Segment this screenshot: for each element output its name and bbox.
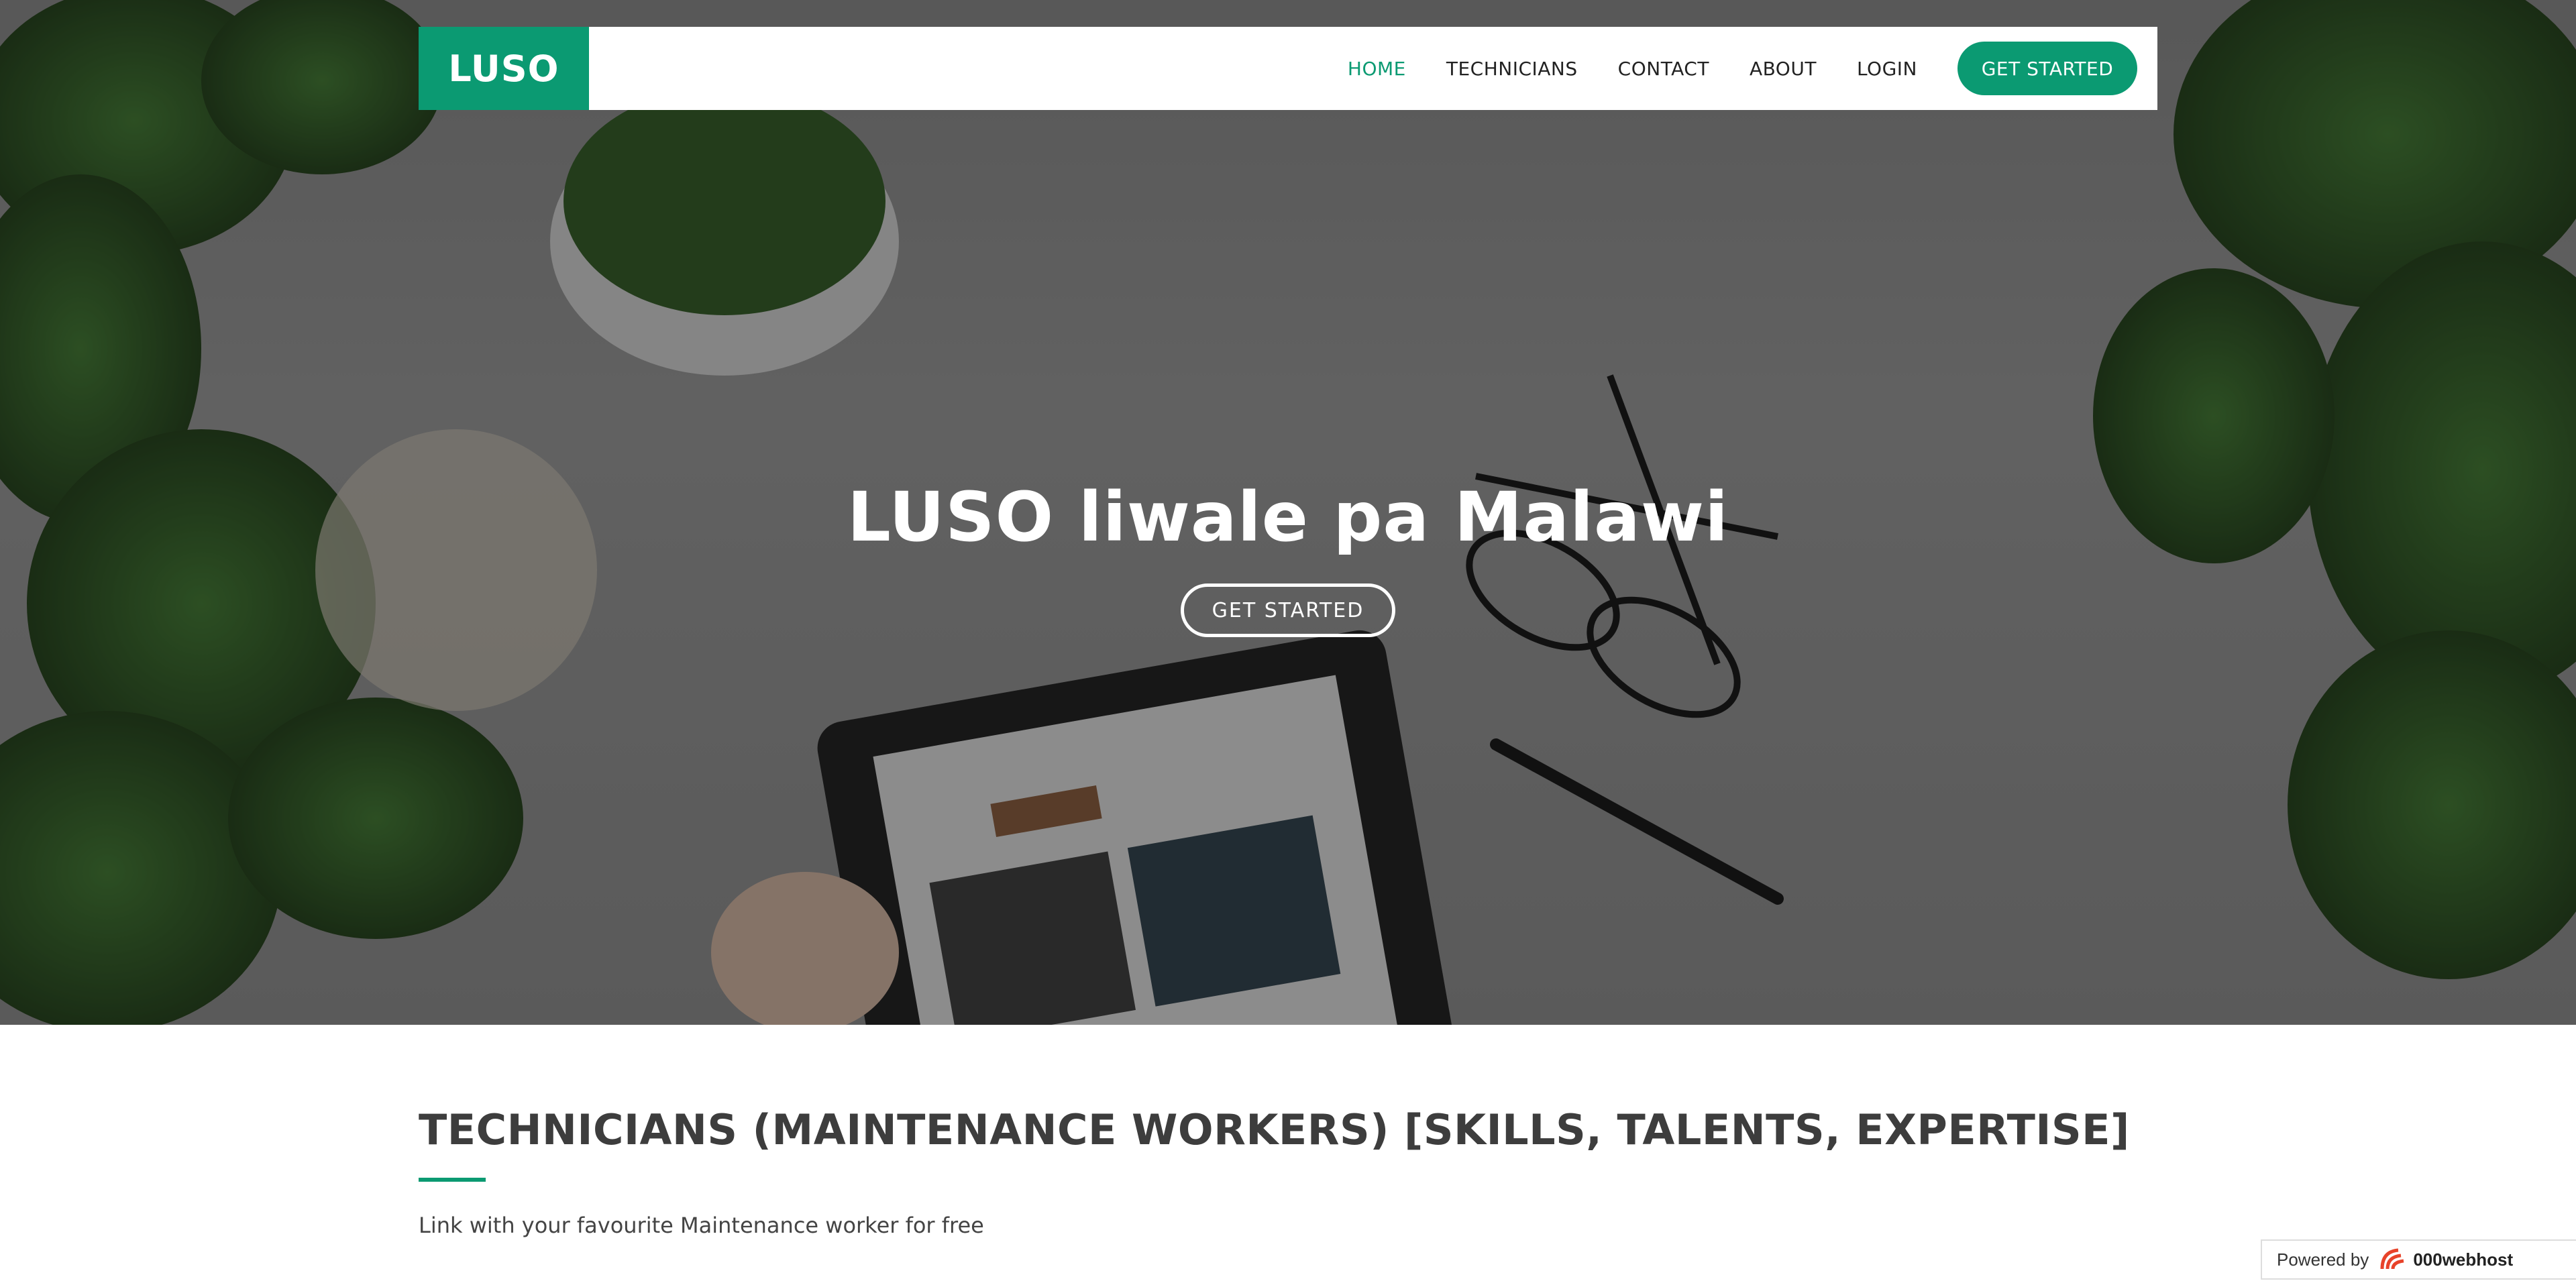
- site-header: LUSO HOME TECHNICIANS CONTACT ABOUT LOGI…: [419, 27, 2157, 110]
- section-title-underline: [419, 1178, 486, 1182]
- powered-by-badge[interactable]: Powered by 000webhost: [2261, 1239, 2576, 1280]
- powered-by-brand: 000webhost: [2413, 1249, 2514, 1270]
- nav-item-technicians[interactable]: TECHNICIANS: [1446, 58, 1578, 80]
- technicians-section-subtitle: Link with your favourite Maintenance wor…: [419, 1213, 984, 1238]
- nav-item-home[interactable]: HOME: [1348, 58, 1406, 80]
- main-nav: HOME TECHNICIANS CONTACT ABOUT LOGIN GET…: [1307, 27, 2157, 110]
- technicians-section-title: TECHNICIANS (MAINTENANCE WORKERS) [SKILL…: [419, 1105, 2130, 1154]
- hero-get-started-button[interactable]: GET STARTED: [1181, 583, 1395, 637]
- powered-by-label: Powered by: [2277, 1249, 2369, 1270]
- nav-get-started-button[interactable]: GET STARTED: [1957, 42, 2137, 95]
- nav-item-contact[interactable]: CONTACT: [1618, 58, 1709, 80]
- nav-item-login[interactable]: LOGIN: [1857, 58, 1917, 80]
- 000webhost-logo-icon: [2380, 1248, 2404, 1270]
- hero-section: LUSO liwale pa Malawi GET STARTED: [0, 0, 2576, 1025]
- hero-title: LUSO liwale pa Malawi: [847, 478, 1729, 557]
- nav-item-about[interactable]: ABOUT: [1750, 58, 1817, 80]
- site-logo[interactable]: LUSO: [419, 27, 589, 110]
